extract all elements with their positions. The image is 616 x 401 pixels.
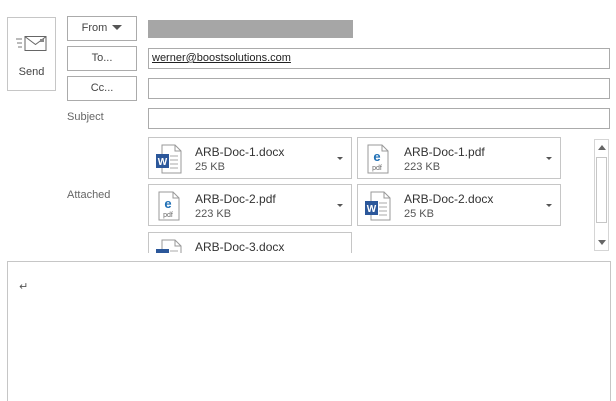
attachments-scrollbar[interactable]	[594, 139, 609, 251]
pdf-icon: e pdf	[367, 144, 389, 174]
word-icon: W	[156, 239, 182, 253]
chevron-down-icon[interactable]	[546, 157, 552, 160]
svg-text:pdf: pdf	[163, 212, 173, 219]
from-account-redacted	[148, 20, 353, 38]
attachment-item[interactable]: e pdf ARB-Doc-2.pdf 223 KB	[148, 184, 352, 226]
from-label: From	[81, 22, 108, 34]
svg-text:W: W	[158, 252, 168, 253]
attachment-size: 223 KB	[195, 208, 232, 220]
attachment-item[interactable]: W ARB-Doc-3.docx	[148, 232, 352, 253]
subject-field[interactable]	[148, 108, 610, 129]
recipient-werner[interactable]: werner@boostsolutions.com	[152, 52, 291, 64]
pdf-icon: e pdf	[158, 191, 180, 221]
svg-text:W: W	[367, 204, 377, 215]
attachment-size: 223 KB	[404, 161, 441, 173]
attachment-item[interactable]: e pdf ARB-Doc-1.pdf 223 KB	[357, 137, 561, 179]
to-button[interactable]: To...	[67, 46, 137, 71]
attachment-size: 25 KB	[195, 161, 225, 173]
chevron-down-icon[interactable]	[337, 204, 343, 207]
svg-text:W: W	[158, 157, 168, 168]
cc-field[interactable]	[148, 78, 610, 99]
scroll-down-icon[interactable]	[598, 240, 606, 245]
attachment-name: ARB-Doc-2.docx	[404, 192, 494, 206]
cc-button[interactable]: Cc...	[67, 76, 137, 101]
scroll-thumb[interactable]	[596, 157, 607, 223]
attachment-item[interactable]: W ARB-Doc-1.docx 25 KB	[148, 137, 352, 179]
to-field[interactable]: werner@boostsolutions.com	[148, 48, 610, 69]
chevron-down-icon[interactable]	[337, 157, 343, 160]
paragraph-mark-icon: ↵	[19, 281, 29, 293]
word-icon: W	[156, 144, 182, 174]
chevron-down-icon	[112, 24, 123, 30]
chevron-down-icon[interactable]	[546, 204, 552, 207]
attachment-name: ARB-Doc-1.pdf	[404, 145, 485, 159]
subject-label: Subject	[67, 111, 104, 123]
attachment-name: ARB-Doc-1.docx	[195, 145, 285, 159]
from-button[interactable]: From	[67, 16, 137, 41]
scroll-up-icon[interactable]	[598, 145, 606, 150]
svg-text:pdf: pdf	[372, 165, 382, 172]
attachment-size: 25 KB	[404, 208, 434, 220]
attachments-list: W ARB-Doc-1.docx 25 KB e pdf ARB-Doc-1.p…	[148, 137, 612, 253]
attachment-item[interactable]: W ARB-Doc-2.docx 25 KB	[357, 184, 561, 226]
svg-text:e: e	[164, 196, 171, 211]
attachment-name: ARB-Doc-3.docx	[195, 240, 285, 253]
send-envelope-icon	[16, 36, 47, 51]
message-body[interactable]: ↵	[7, 261, 611, 401]
word-icon: W	[365, 191, 391, 221]
send-button[interactable]: Send	[7, 17, 56, 91]
attachment-name: ARB-Doc-2.pdf	[195, 192, 276, 206]
send-label: Send	[18, 66, 45, 78]
svg-text:e: e	[373, 149, 380, 164]
attached-label: Attached	[67, 189, 111, 201]
